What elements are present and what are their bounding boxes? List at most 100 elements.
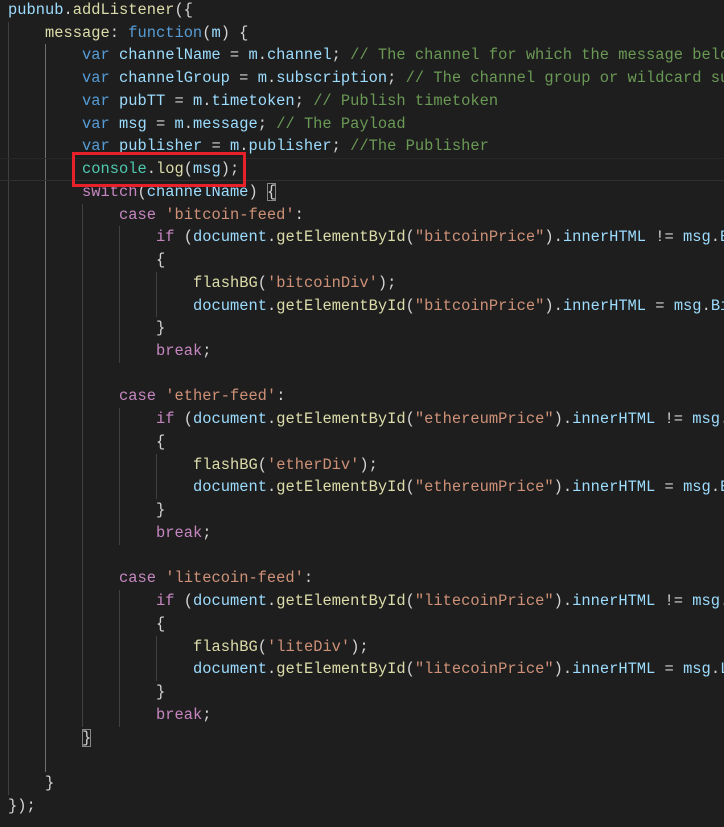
code-line[interactable]: document.getElementById("ethereumPrice")… [8, 476, 724, 499]
code-line[interactable]: } [8, 772, 724, 795]
code-line[interactable]: break; [8, 704, 724, 727]
code-token: //The Publisher [350, 137, 489, 156]
code-line[interactable]: case 'ether-feed': [8, 385, 724, 408]
indent-guide [82, 363, 119, 386]
code-token: m [174, 114, 184, 133]
code-token: ( [183, 228, 193, 247]
indent-guide [45, 454, 82, 477]
code-token: flashBG [193, 637, 258, 656]
code-token: var [82, 137, 119, 156]
indent-guide [8, 522, 45, 545]
code-token: flashBG [193, 273, 258, 292]
code-token: ( [183, 410, 193, 429]
code-editor[interactable]: pubnub.addListener({message: function(m)… [0, 0, 724, 827]
code-token: msg [192, 160, 221, 179]
code-token: switch [82, 182, 138, 201]
indent-guide [45, 317, 82, 340]
code-line[interactable]: var publisher = m.publisher; //The Publi… [8, 135, 724, 158]
code-token: innerHTML [572, 478, 656, 497]
indent-guide [82, 658, 119, 681]
indent-guide [82, 636, 119, 659]
code-line[interactable]: } [8, 727, 724, 750]
indent-guide [119, 431, 156, 454]
code-line[interactable]: case 'litecoin-feed': [8, 567, 724, 590]
code-line[interactable]: break; [8, 340, 724, 363]
indent-guide [156, 658, 193, 681]
code-token: getElementById [276, 296, 406, 315]
code-token: . [266, 296, 277, 315]
code-line[interactable]: flashBG('bitcoinDiv'); [8, 272, 724, 295]
code-line[interactable]: console.log(msg); [0, 158, 724, 181]
code-lines[interactable]: pubnub.addListener({message: function(m)… [0, 0, 724, 818]
code-line[interactable]: break; [8, 522, 724, 545]
code-line[interactable]: document.getElementById("bitcoinPrice").… [8, 295, 724, 318]
code-token: B [720, 228, 724, 246]
code-line[interactable]: flashBG('etherDiv'); [8, 454, 724, 477]
code-token: { [156, 432, 166, 451]
code-line[interactable]: pubnub.addListener({ [8, 0, 724, 22]
code-line[interactable]: if (document.getElementById("ethereumPri… [8, 408, 724, 431]
code-line[interactable]: } [8, 317, 724, 340]
code-token: ). [553, 660, 573, 679]
indent-guide [45, 44, 82, 67]
code-line[interactable] [8, 363, 724, 386]
code-line[interactable]: case 'bitcoin-feed': [8, 204, 724, 227]
indent-guide [8, 681, 45, 704]
indent-guide [82, 613, 119, 636]
code-token: case [119, 205, 166, 224]
code-token: . [266, 228, 277, 247]
code-line[interactable]: flashBG('liteDiv'); [8, 636, 724, 659]
code-token: = [655, 660, 684, 679]
code-line[interactable]: switch(channelName) { [8, 181, 724, 204]
indent-guide [119, 295, 156, 318]
code-line[interactable]: var channelName = m.channel; // The chan… [8, 44, 724, 67]
code-token: 'bitcoin-feed' [165, 205, 295, 224]
indent-guide [45, 727, 82, 750]
indent-guide [8, 658, 45, 681]
code-line[interactable]: { [8, 431, 724, 454]
code-token: document [193, 296, 267, 315]
code-token: msg [673, 296, 702, 315]
indent-guide [8, 249, 45, 272]
indent-guide [8, 727, 45, 750]
code-line[interactable] [8, 545, 724, 568]
indent-guide [45, 158, 82, 181]
code-line[interactable]: var pubTT = m.timetoken; // Publish time… [8, 90, 724, 113]
code-token: case [119, 569, 166, 588]
code-token: . [720, 592, 724, 610]
indent-guide [8, 317, 45, 340]
indent-guide [8, 454, 45, 477]
code-token: ; [202, 523, 212, 542]
code-line[interactable]: } [8, 499, 724, 522]
code-token: . [710, 660, 721, 679]
code-token: . [701, 296, 711, 315]
code-line[interactable]: var channelGroup = m.subscription; // Th… [8, 67, 724, 90]
code-line[interactable]: { [8, 249, 724, 272]
indent-guide [45, 590, 82, 613]
code-line[interactable]: }); [8, 795, 724, 818]
code-line[interactable]: var msg = m.message; // The Payload [8, 113, 724, 136]
indent-guide [45, 499, 82, 522]
code-line[interactable]: if (document.getElementById("bitcoinPric… [8, 226, 724, 249]
code-token: getElementById [276, 410, 406, 429]
code-line[interactable]: message: function(m) { [8, 22, 724, 45]
indent-guide [82, 567, 119, 590]
code-token: . [266, 410, 277, 429]
code-token: msg [683, 478, 711, 497]
code-token: getElementById [276, 592, 406, 611]
code-line[interactable] [8, 749, 724, 772]
indent-guide [119, 590, 156, 613]
code-token: // Publish timetoken [313, 91, 499, 110]
code-line[interactable]: if (document.getElementById("litecoinPri… [8, 590, 724, 613]
code-line[interactable]: { [8, 613, 724, 636]
indent-guide [8, 499, 45, 522]
code-token: innerHTML [562, 228, 647, 247]
code-line[interactable]: document.getElementById("litecoinPrice")… [8, 658, 724, 681]
code-token: var [82, 69, 119, 88]
code-token: publisher [118, 137, 203, 156]
code-line[interactable]: } [8, 681, 724, 704]
indent-guide [45, 567, 82, 590]
code-token: publisher [248, 137, 332, 156]
code-token: msg [683, 228, 711, 247]
code-token: = [202, 137, 230, 156]
